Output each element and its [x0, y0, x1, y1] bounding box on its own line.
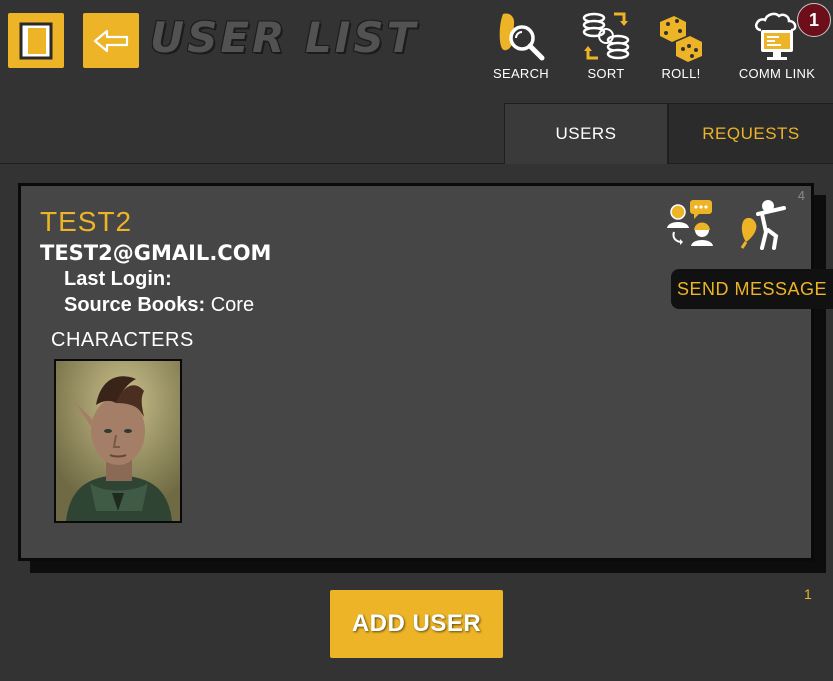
- source-books-row: Source Books: Core: [64, 294, 254, 317]
- message-user-button[interactable]: [664, 196, 716, 252]
- sort-button[interactable]: SORT: [575, 8, 637, 84]
- source-books-label: Source Books:: [64, 294, 206, 316]
- notification-badge: 1: [797, 3, 831, 37]
- last-login-label: Last Login:: [64, 268, 172, 290]
- sort-icon: [582, 12, 630, 60]
- card-index: 4: [797, 188, 805, 203]
- page-title: USER LIST: [150, 13, 419, 62]
- comm-link-label: COMM LINK: [738, 66, 816, 81]
- search-button[interactable]: SEARCH: [490, 8, 552, 84]
- search-icon: [499, 13, 545, 61]
- search-label: SEARCH: [493, 66, 549, 81]
- tab-users[interactable]: USERS: [504, 103, 668, 164]
- dice-icon: [660, 16, 702, 62]
- characters-heading: CHARACTERS: [51, 329, 194, 351]
- user-name: TEST2: [40, 206, 133, 237]
- send-message-tooltip: SEND MESSAGE: [671, 269, 833, 309]
- last-login-row: Last Login:: [64, 268, 172, 291]
- page-number: 1: [804, 586, 812, 602]
- back-arrow-icon: [93, 29, 129, 52]
- character-portrait[interactable]: [54, 359, 182, 523]
- sidebar-panel-icon: [19, 22, 53, 59]
- remove-user-button[interactable]: [738, 196, 790, 254]
- back-button[interactable]: [83, 13, 139, 68]
- source-books-value: Core: [210, 294, 255, 316]
- roll-label: ROLL!: [661, 66, 701, 81]
- remove-user-icon: [740, 200, 786, 250]
- comm-link-icon: [754, 12, 797, 60]
- user-email: TEST2@GMAIL.COM: [40, 241, 272, 265]
- character-portrait-image: [56, 361, 180, 521]
- tab-requests[interactable]: REQUESTS: [668, 103, 833, 163]
- roll-button[interactable]: ROLL!: [652, 8, 710, 84]
- add-user-button[interactable]: ADD USER: [330, 590, 503, 658]
- tab-bar-divider: [0, 163, 833, 164]
- chat-users-icon: [667, 200, 713, 246]
- sort-label: SORT: [587, 66, 625, 81]
- sidebar-toggle-button[interactable]: [8, 13, 64, 68]
